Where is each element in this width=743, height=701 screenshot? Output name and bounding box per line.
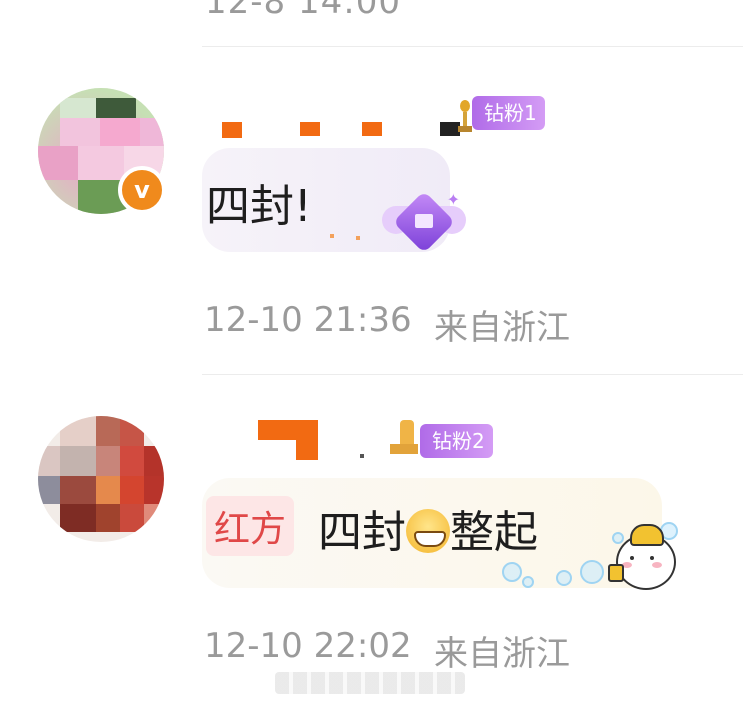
fan-level-badge[interactable]: 钻粉2	[420, 424, 493, 458]
username-masked[interactable]	[258, 420, 408, 460]
comment-text-part: 四封	[318, 507, 406, 558]
diamond-wing-icon: ✦	[382, 190, 466, 256]
fan-level-badge[interactable]: 钻粉1	[472, 96, 545, 130]
avatar[interactable]	[38, 416, 164, 542]
watermark	[275, 672, 465, 694]
comment-text-part: 整起	[450, 507, 538, 558]
username-masked[interactable]	[218, 118, 468, 138]
comment-text: 四封!	[206, 181, 312, 232]
verified-v-icon: v	[118, 166, 166, 214]
decorative-dots	[330, 234, 370, 242]
trophy-icon	[390, 420, 420, 456]
grin-emoji-icon	[406, 509, 450, 553]
comment-time: 12-10 21:36	[204, 300, 412, 340]
comment-location: 来自浙江	[434, 308, 570, 348]
team-tag: 红方	[206, 496, 295, 556]
previous-comment-time: 12-8 14:00	[205, 0, 401, 22]
comment-location: 来自浙江	[434, 634, 570, 674]
cartoon-mascot-icon	[608, 522, 678, 590]
comment-time: 12-10 22:02	[204, 626, 412, 666]
divider	[202, 374, 743, 375]
comment-text: 四封 整起	[318, 496, 538, 560]
trophy-icon	[458, 100, 472, 132]
